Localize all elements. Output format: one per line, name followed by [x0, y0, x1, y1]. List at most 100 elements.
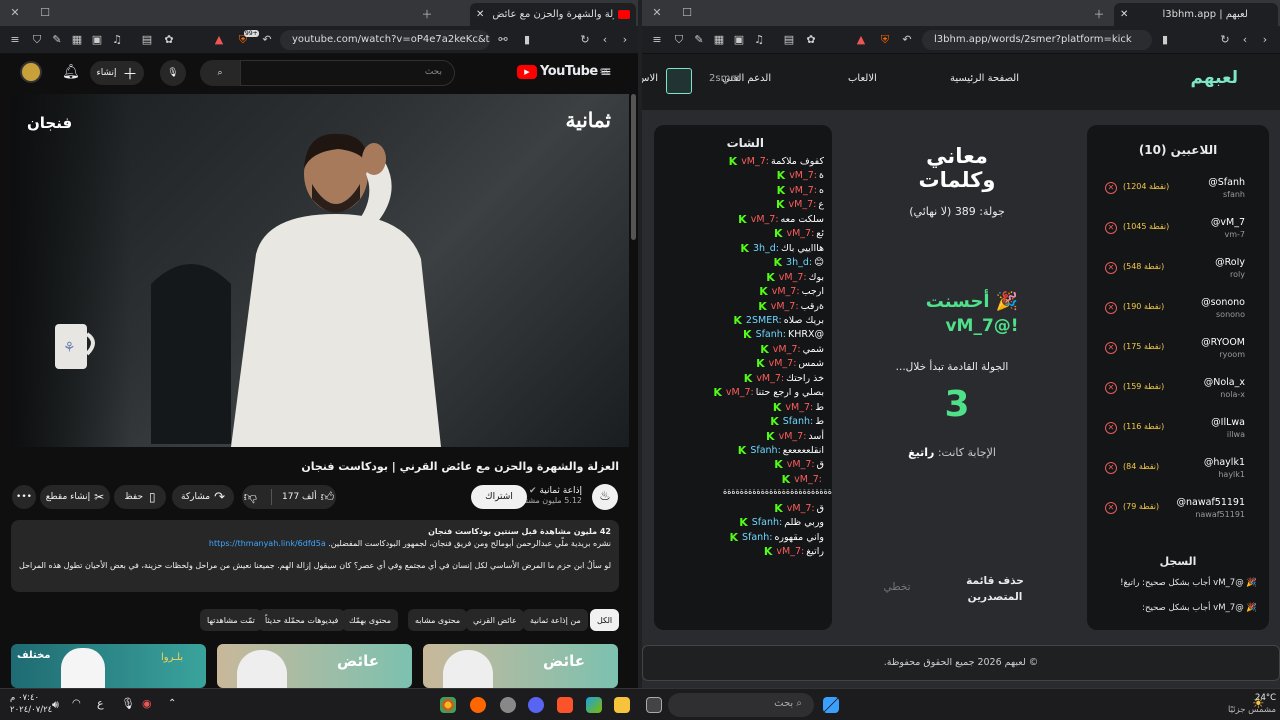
music-icon[interactable]: ♫ [752, 33, 766, 47]
sidebar-icon[interactable]: ▣ [732, 33, 746, 47]
hamburger-menu-icon[interactable]: ≡ [600, 64, 612, 80]
remove-player-icon[interactable]: ✕ [1105, 462, 1117, 474]
recommended-thumbnail[interactable]: عائض [423, 644, 618, 688]
taskbar-search-input[interactable]: بحث ⌕ [668, 693, 814, 717]
remove-player-icon[interactable]: ✕ [1105, 502, 1117, 514]
voice-search-icon[interactable]: 🎙︎ [160, 60, 186, 86]
tab-youtube[interactable]: ✕ العزلة والشهرة والحزن مع عائض [470, 3, 636, 26]
recommended-thumbnail[interactable]: عائض [217, 644, 412, 688]
sidebar-icon[interactable]: ▣ [90, 33, 104, 47]
video-description[interactable]: 42 مليون مشاهدة قبل سنتين بودكاست فنجان … [11, 520, 619, 592]
remove-player-icon[interactable]: ✕ [1105, 262, 1117, 274]
wifi-icon[interactable]: ◠ [72, 698, 81, 709]
store-icon[interactable] [586, 697, 602, 713]
remove-player-icon[interactable]: ✕ [1105, 422, 1117, 434]
remove-player-icon[interactable]: ✕ [1105, 302, 1117, 314]
brave-rewards-icon[interactable]: ▲ [854, 33, 868, 47]
new-tab-icon[interactable]: ＋ [1092, 6, 1106, 22]
maximize-icon[interactable]: ☐ [680, 6, 694, 19]
record-icon[interactable]: ◉ [142, 697, 152, 710]
task-view-icon[interactable] [646, 697, 662, 713]
file-explorer-icon[interactable] [614, 697, 630, 713]
page-scrollbar[interactable] [631, 94, 636, 240]
extensions-icon[interactable]: ✿ [162, 33, 176, 47]
clear-leaderboard-button[interactable]: حذف قائمة المتصدرين [962, 573, 1028, 605]
menu-icon[interactable]: ≡ [650, 33, 664, 47]
chrome-icon[interactable] [440, 697, 456, 713]
chip-aidh[interactable]: عائض القرني [466, 609, 524, 631]
bookmark-icon[interactable]: ▮ [1158, 33, 1172, 47]
brave-rewards-icon[interactable]: ▲ [212, 33, 226, 47]
chip-all[interactable]: الكل [590, 609, 620, 631]
address-bar[interactable]: l3bhm.app/words/2smer?platform=kick [922, 30, 1152, 50]
shield-icon[interactable]: ⛉ [30, 33, 44, 47]
close-window-icon[interactable]: ✕ [8, 6, 22, 19]
recommended-thumbnail[interactable]: مختلف بلـروا [11, 644, 206, 688]
new-tab-icon[interactable]: ＋ [420, 6, 434, 22]
close-tab-icon[interactable]: ✕ [1120, 9, 1128, 20]
reload-icon[interactable]: ↻ [1218, 33, 1232, 47]
avatar[interactable] [666, 68, 692, 94]
back-history-icon[interactable]: ↶ [900, 33, 914, 47]
speaker-icon[interactable]: 🔊︎ [52, 698, 59, 712]
create-button[interactable]: إنشاء ＋ [90, 61, 144, 85]
remove-player-icon[interactable]: ✕ [1105, 222, 1117, 234]
nav-games[interactable]: الالعاب [848, 73, 877, 84]
share-button[interactable]: مشاركة ↷ [172, 485, 234, 509]
link-icon[interactable]: ⚯ [496, 33, 510, 47]
more-actions-icon[interactable]: ••• [12, 485, 36, 509]
remove-player-icon[interactable]: ✕ [1105, 342, 1117, 354]
close-tab-icon[interactable]: ✕ [476, 9, 484, 20]
avatar[interactable] [20, 61, 42, 83]
brave-icon[interactable] [557, 697, 573, 713]
video-player[interactable]: ⚘ ثمانية فنجان [11, 94, 629, 447]
menu-icon[interactable]: ≡ [8, 33, 22, 47]
back-history-icon[interactable]: ↶ [260, 33, 274, 47]
app-icon[interactable] [500, 697, 516, 713]
bookmark-icon[interactable]: ▮ [520, 33, 534, 47]
bell-icon[interactable]: 🔔︎ [62, 64, 80, 80]
dislike-icon[interactable]: 👎︎ [244, 490, 257, 505]
nav-home[interactable]: الصفحة الرئيسية [950, 73, 1019, 84]
remove-player-icon[interactable]: ✕ [1105, 182, 1117, 194]
site-logo[interactable]: لعبهم [1191, 68, 1238, 88]
remove-player-icon[interactable]: ✕ [1105, 382, 1117, 394]
back-icon[interactable]: ‹ [1238, 33, 1252, 47]
extensions-icon[interactable]: ✿ [804, 33, 818, 47]
tray-up-icon[interactable]: ⌃ [168, 698, 176, 709]
language-indicator[interactable]: ع [97, 697, 104, 710]
windows-start-icon[interactable] [823, 697, 839, 713]
maximize-icon[interactable]: ☐ [38, 6, 52, 19]
chip-recent[interactable]: فيديوهات محمّلة حديثاً [258, 609, 346, 631]
description-link[interactable]: https://thmanyah.link/6dfd5a [209, 539, 326, 548]
save-button[interactable]: حفظ ▯ [114, 485, 166, 509]
clock[interactable]: ٠٧:٤٠ م ٢٠٢٤/٠٧/٢٤ [10, 692, 52, 716]
subscribe-button[interactable]: اشتراك [471, 485, 527, 509]
chip-watched[interactable]: تمّت مشاهدتها [200, 609, 262, 631]
forward-icon[interactable]: › [618, 33, 632, 47]
discord-icon[interactable] [528, 697, 544, 713]
like-icon[interactable]: 👍︎ [321, 490, 335, 505]
tab-l3bhm[interactable]: ✕ l3bhm.app | لعبهم [1114, 3, 1278, 26]
pin-icon[interactable]: ✎ [50, 33, 64, 47]
search-icon[interactable]: ⌕ [200, 60, 240, 86]
channel-avatar[interactable]: ♨ [592, 484, 618, 510]
media-icon[interactable]: ▤ [782, 33, 796, 47]
media-icon[interactable]: ▤ [140, 33, 154, 47]
music-icon[interactable]: ♫ [110, 33, 124, 47]
forward-icon[interactable]: › [1258, 33, 1272, 47]
microphone-icon[interactable]: 🎙︎ [121, 697, 135, 710]
close-window-icon[interactable]: ✕ [650, 6, 664, 19]
chip-for-you[interactable]: محتوى بهمّك [342, 609, 399, 631]
pin-icon[interactable]: ✎ [692, 33, 706, 47]
clip-button[interactable]: إنشاء مقطع ✂ [40, 485, 110, 509]
chip-similar[interactable]: محتوى مشابه [408, 609, 468, 631]
grid-icon[interactable]: ▦ [70, 33, 84, 47]
shield-icon[interactable]: ⛉ [672, 33, 686, 47]
chip-from-channel[interactable]: من إذاعة ثمانية [523, 609, 588, 631]
skip-button[interactable]: تخطي [867, 581, 927, 593]
brave-shield-icon[interactable]: ⛨ [878, 33, 892, 47]
youtube-logo[interactable]: ▶ YouTube SA [517, 64, 608, 79]
reload-icon[interactable]: ↻ [578, 33, 592, 47]
search-input[interactable]: بحث [240, 60, 455, 86]
